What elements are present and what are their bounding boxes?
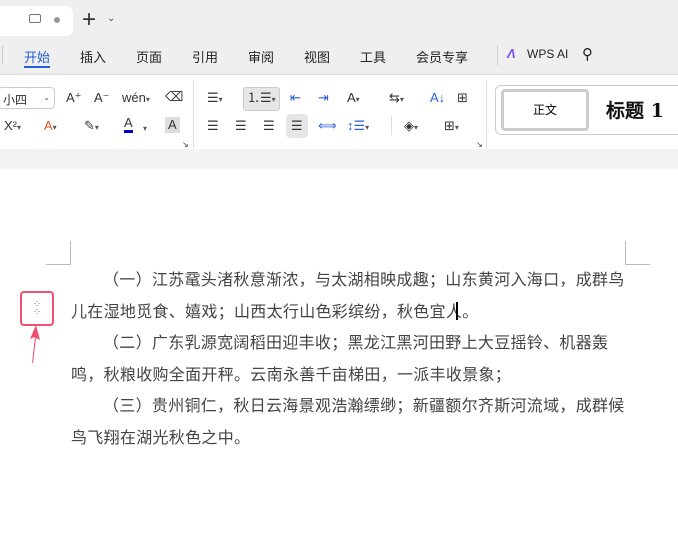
decrease-indent-icon[interactable]: ⇤ xyxy=(290,90,301,106)
chevron-down-icon[interactable]: ⌄ xyxy=(107,13,115,24)
paragraph[interactable]: （二）广东乳源宽阔稻田迎丰收；黑龙江黑河田野上大豆摇铃、机器轰鸣，秋粮收购全面开… xyxy=(71,328,628,391)
style-normal[interactable]: 正文 xyxy=(501,89,589,131)
justify-icon[interactable]: ☰ xyxy=(286,114,308,138)
divider xyxy=(486,80,487,148)
divider xyxy=(193,80,194,148)
divider xyxy=(391,115,392,135)
phonetic-guide-icon[interactable]: wén▾ xyxy=(122,90,150,108)
char-spacing-icon[interactable]: A▾ xyxy=(347,90,360,108)
align-center-icon[interactable]: ☰ xyxy=(235,118,247,134)
new-tab-button[interactable]: + xyxy=(82,6,96,34)
drag-handle-button[interactable]: ⁘ ⁘ xyxy=(20,291,54,326)
font-color-icon[interactable]: A xyxy=(124,116,133,133)
document-body[interactable]: （一）江苏鼋头渚秋意渐浓，与太湖相映成趣；山东黄河入海口，成群鸟儿在湿地觅食、嬉… xyxy=(71,265,628,455)
align-left-icon[interactable]: ☰ xyxy=(207,118,219,134)
distributed-align-icon[interactable]: ⟺ xyxy=(318,118,337,134)
borders-icon[interactable]: ⊞▾ xyxy=(444,118,459,136)
tab-member[interactable]: 会员专享 xyxy=(416,47,468,66)
document-tab[interactable] xyxy=(0,6,73,36)
clear-format-icon[interactable]: ⌫ xyxy=(165,89,183,105)
char-shading-icon[interactable]: A xyxy=(165,117,180,133)
style-gallery: 正文 标题 1 xyxy=(495,85,678,135)
text-cursor xyxy=(456,302,458,320)
chevron-down-icon[interactable]: ▾ xyxy=(143,121,147,137)
arrow-pointer-icon xyxy=(30,325,40,363)
chevron-down-icon: ⌄ xyxy=(43,93,50,102)
divider xyxy=(2,46,3,64)
style-heading-1[interactable]: 标题 1 xyxy=(606,96,664,123)
increase-font-icon[interactable]: A⁺ xyxy=(66,90,82,106)
tab-review[interactable]: 审阅 xyxy=(248,47,274,66)
monitor-icon xyxy=(29,14,41,23)
search-icon[interactable]: ⚲ xyxy=(582,45,593,63)
tab-home[interactable]: 开始 xyxy=(24,47,50,66)
wps-ai-icon: Λ xyxy=(507,46,516,61)
tab-page[interactable]: 页面 xyxy=(136,47,162,66)
align-right-icon[interactable]: ☰ xyxy=(263,118,275,134)
numbered-list-icon[interactable]: ⒈☰▾ xyxy=(243,87,280,111)
line-spacing-icon[interactable]: ↕☰▾ xyxy=(347,118,369,136)
increase-indent-icon[interactable]: ⇥ xyxy=(318,90,329,106)
tab-insert[interactable]: 插入 xyxy=(80,47,106,66)
tab-view[interactable]: 视图 xyxy=(304,47,330,66)
divider xyxy=(497,45,498,65)
margin-corner-mark xyxy=(625,241,650,265)
sort-icon[interactable]: A↓ xyxy=(430,90,445,106)
show-marks-icon[interactable]: ⊞ xyxy=(457,90,468,106)
superscript-icon[interactable]: X²▾ xyxy=(4,118,21,136)
highlight-icon[interactable]: ✎▾ xyxy=(84,118,99,136)
unsaved-dot-icon xyxy=(54,17,60,23)
font-size-value: 小四 xyxy=(3,93,28,107)
bullet-list-icon[interactable]: ☰▾ xyxy=(207,90,223,108)
decrease-font-icon[interactable]: A⁻ xyxy=(94,90,110,106)
paragraph[interactable]: （三）贵州铜仁，秋日云海景观浩瀚缥缈；新疆额尔齐斯河流域，成群候鸟飞翔在湖光秋色… xyxy=(71,391,628,454)
text-direction-icon[interactable]: ⇆▾ xyxy=(389,90,404,108)
wps-ai-button[interactable]: WPS AI xyxy=(527,47,568,61)
text-effect-icon[interactable]: A▾ xyxy=(44,118,57,136)
paragraph[interactable]: （一）江苏鼋头渚秋意渐浓，与太湖相映成趣；山东黄河入海口，成群鸟儿在湿地觅食、嬉… xyxy=(71,265,628,328)
margin-corner-mark xyxy=(46,241,71,265)
tab-references[interactable]: 引用 xyxy=(192,47,218,66)
tab-tools[interactable]: 工具 xyxy=(360,47,386,66)
canvas-background xyxy=(0,149,678,169)
shading-icon[interactable]: ◈▾ xyxy=(404,118,418,136)
font-size-select[interactable]: 小四 ⌄ xyxy=(0,87,55,109)
ribbon-toolbar: 小四 ⌄ A⁺ A⁻ wén▾ ⌫ X²▾ A▾ ✎▾ A ▾ A ☰▾ ⒈☰▾… xyxy=(0,74,678,149)
active-tab-underline xyxy=(24,66,50,68)
